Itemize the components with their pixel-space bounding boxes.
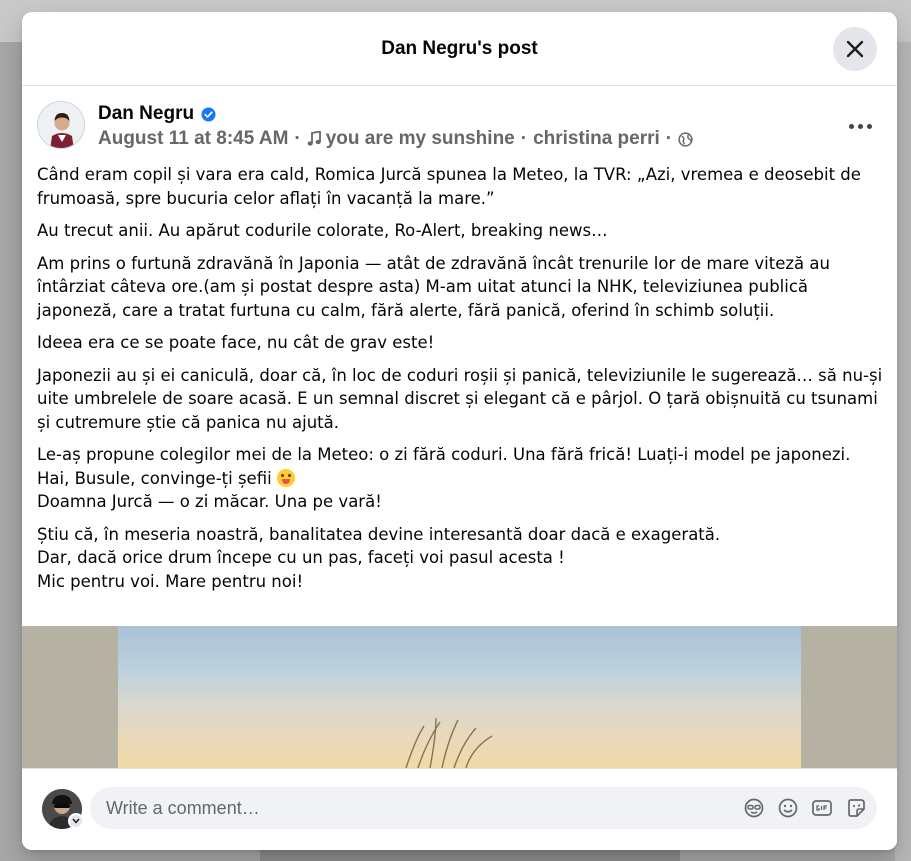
post-line: Știu că, în meseria noastră, banalitatea…	[37, 524, 721, 544]
post-photo[interactable]	[118, 626, 801, 768]
comment-box[interactable]	[90, 787, 877, 829]
post-paragraph: Japonezii au și ei caniculă, doar că, în…	[37, 365, 883, 432]
globe-icon[interactable]	[678, 131, 693, 147]
comment-bar	[22, 768, 897, 850]
post-paragraph: Au trecut anii. Au apărut codurile color…	[37, 221, 608, 240]
post-photo-container[interactable]	[22, 626, 897, 768]
post-body: Când eram copil și vara era cald, Romica…	[37, 163, 885, 602]
post-modal: Dan Negru's post Dan Negru August 11 at …	[22, 12, 897, 850]
music-artist[interactable]: christina perri	[533, 128, 660, 150]
zany-face-emoji	[276, 468, 295, 487]
photo-grass-detail	[405, 718, 493, 768]
avatar-sticker-icon[interactable]	[743, 797, 765, 819]
verified-badge-icon	[201, 106, 216, 122]
author-row: Dan Negru	[98, 103, 216, 125]
post-header: Dan Negru August 11 at 8:45 AM · you are…	[22, 87, 897, 165]
post-meta: August 11 at 8:45 AM · you are my sunshi…	[98, 128, 693, 150]
comment-tools	[743, 797, 867, 819]
close-icon	[846, 40, 864, 58]
post-paragraph: Ideea era ce se poate face, nu cât de gr…	[37, 333, 435, 352]
music-title[interactable]: you are my sunshine	[326, 128, 515, 150]
modal-header: Dan Negru's post	[22, 12, 897, 86]
post-line: Dar, dacă orice drum începe cu un pas, f…	[37, 548, 565, 567]
comment-input[interactable]	[104, 796, 708, 820]
meta-separator: ·	[294, 128, 301, 149]
modal-title: Dan Negru's post	[381, 38, 538, 59]
author-name[interactable]: Dan Negru	[98, 103, 194, 125]
meta-separator: ·	[520, 128, 528, 149]
sticker-icon[interactable]	[845, 797, 867, 819]
post-line: Doamna Jurcă — o zi măcar. Una pe vară!	[37, 492, 382, 511]
post-date[interactable]: August 11 at 8:45 AM	[98, 128, 288, 150]
music-note-icon	[307, 131, 321, 147]
backdrop-side	[895, 42, 911, 861]
author-avatar-image	[38, 102, 84, 148]
meta-separator: ·	[665, 128, 673, 149]
post-paragraph: Am prins o furtună zdravănă în Japonia —…	[37, 253, 830, 320]
post-line: Le-aș propune colegilor mei de la Meteo:…	[37, 445, 851, 488]
post-line: Mic pentru voi. Mare pentru noi!	[37, 571, 304, 591]
avatar-chooser-icon[interactable]	[68, 813, 84, 829]
emoji-icon[interactable]	[777, 797, 799, 819]
close-button[interactable]	[833, 27, 877, 71]
gif-icon[interactable]	[811, 797, 833, 819]
author-avatar[interactable]	[37, 101, 85, 149]
more-options-icon[interactable]	[842, 117, 878, 135]
post-paragraph-6: Le-aș propune colegilor mei de la Meteo:…	[37, 443, 885, 514]
post-paragraph-7: Știu că, în meseria noastră, banalitatea…	[37, 523, 885, 594]
post-paragraph: Când eram copil și vara era cald, Romica…	[37, 165, 861, 208]
post-scroll-area[interactable]: Dan Negru August 11 at 8:45 AM · you are…	[22, 87, 897, 768]
